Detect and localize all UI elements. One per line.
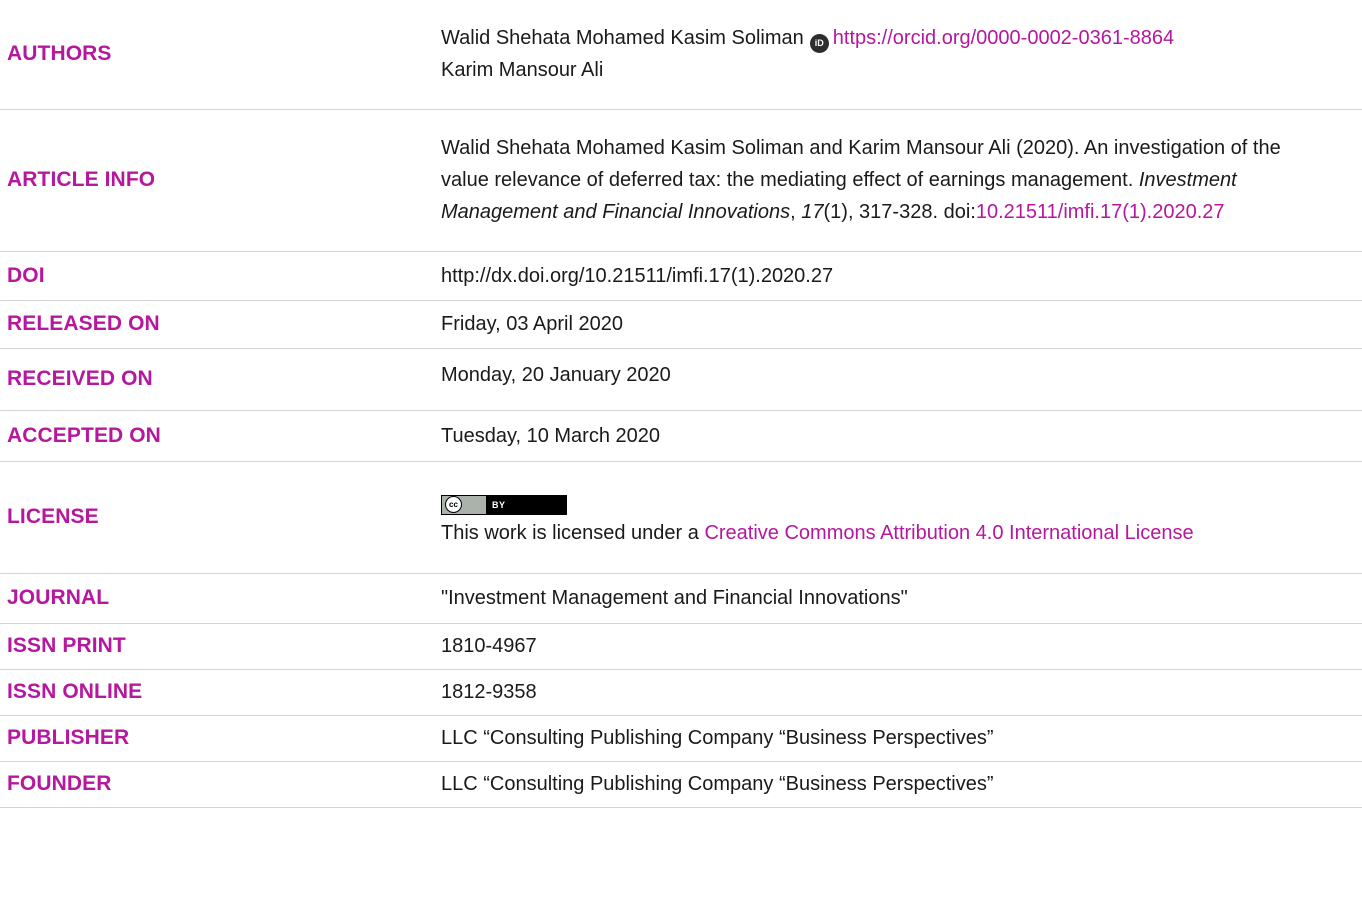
row-license: LICENSE cc BY This work is licensed under…	[0, 461, 1362, 574]
doi-value: http://dx.doi.org/10.21511/imfi.17(1).20…	[441, 251, 1362, 301]
accepted-on-label: ACCEPTED ON	[0, 410, 441, 462]
issn-online-value: 1812-9358	[441, 669, 1362, 716]
author2-name: Karim Mansour Ali	[441, 59, 604, 82]
doi-label: DOI	[0, 251, 441, 301]
row-received-on: RECEIVED ON Monday, 20 January 2020	[0, 348, 1362, 411]
citation-pages: (1), 317-328. doi:	[823, 201, 976, 223]
license-value: cc BY This work is licensed under a Creat…	[441, 461, 1362, 574]
row-publisher: PUBLISHER LLC “Consulting Publishing Com…	[0, 715, 1362, 762]
issn-print-label: ISSN PRINT	[0, 623, 441, 670]
row-released-on: RELEASED ON Friday, 03 April 2020	[0, 300, 1362, 349]
author1-name: Walid Shehata Mohamed Kasim Soliman	[441, 27, 804, 50]
released-on-value: Friday, 03 April 2020	[441, 300, 1362, 349]
issn-online-label: ISSN ONLINE	[0, 669, 441, 716]
license-label: LICENSE	[0, 461, 441, 574]
row-authors: AUTHORS Walid Shehata Mohamed Kasim Soli…	[0, 0, 1362, 110]
accepted-on-value: Tuesday, 10 March 2020	[441, 410, 1362, 462]
article-info-value: Walid Shehata Mohamed Kasim Soliman and …	[441, 109, 1362, 252]
authors-label: AUTHORS	[0, 0, 441, 110]
cc-part: cc	[442, 495, 486, 514]
row-issn-online: ISSN ONLINE 1812-9358	[0, 669, 1362, 716]
journal-value: "Investment Management and Financial Inn…	[441, 573, 1362, 624]
journal-label: JOURNAL	[0, 573, 441, 624]
publisher-value: LLC “Consulting Publishing Company “Busi…	[441, 715, 1362, 762]
cc-by-badge[interactable]: cc BY	[441, 494, 567, 515]
authors-value: Walid Shehata Mohamed Kasim Soliman iD htt…	[441, 0, 1362, 110]
license-prefix: This work is licensed under a	[441, 522, 705, 544]
row-journal: JOURNAL "Investment Management and Finan…	[0, 573, 1362, 624]
received-on-value: Monday, 20 January 2020	[441, 348, 1362, 411]
row-issn-print: ISSN PRINT 1810-4967	[0, 623, 1362, 670]
row-accepted-on: ACCEPTED ON Tuesday, 10 March 2020	[0, 410, 1362, 462]
article-info-label: ARTICLE INFO	[0, 109, 441, 252]
by-text: BY	[492, 499, 506, 510]
released-on-label: RELEASED ON	[0, 300, 441, 349]
doi-link[interactable]: 10.21511/imfi.17(1).2020.27	[976, 201, 1225, 223]
founder-label: FOUNDER	[0, 761, 441, 808]
publisher-label: PUBLISHER	[0, 715, 441, 762]
row-founder: FOUNDER LLC “Consulting Publishing Compa…	[0, 761, 1362, 808]
author1-orcid-link[interactable]: https://orcid.org/0000-0002-0361-8864	[833, 27, 1174, 49]
row-article-info: ARTICLE INFO Walid Shehata Mohamed Kasim…	[0, 109, 1362, 252]
citation-volume: 17	[801, 201, 824, 223]
orcid-icon[interactable]: iD	[809, 34, 829, 54]
license-link[interactable]: Creative Commons Attribution 4.0 Interna…	[704, 522, 1193, 544]
citation-sep: ,	[790, 201, 802, 223]
article-metadata-table: AUTHORS Walid Shehata Mohamed Kasim Soli…	[0, 0, 1362, 808]
issn-print-value: 1810-4967	[441, 623, 1362, 670]
founder-value: LLC “Consulting Publishing Company “Busi…	[441, 761, 1362, 808]
cc-icon: cc	[445, 496, 462, 513]
row-doi: DOI http://dx.doi.org/10.21511/imfi.17(1…	[0, 251, 1362, 301]
received-on-label: RECEIVED ON	[0, 348, 441, 411]
